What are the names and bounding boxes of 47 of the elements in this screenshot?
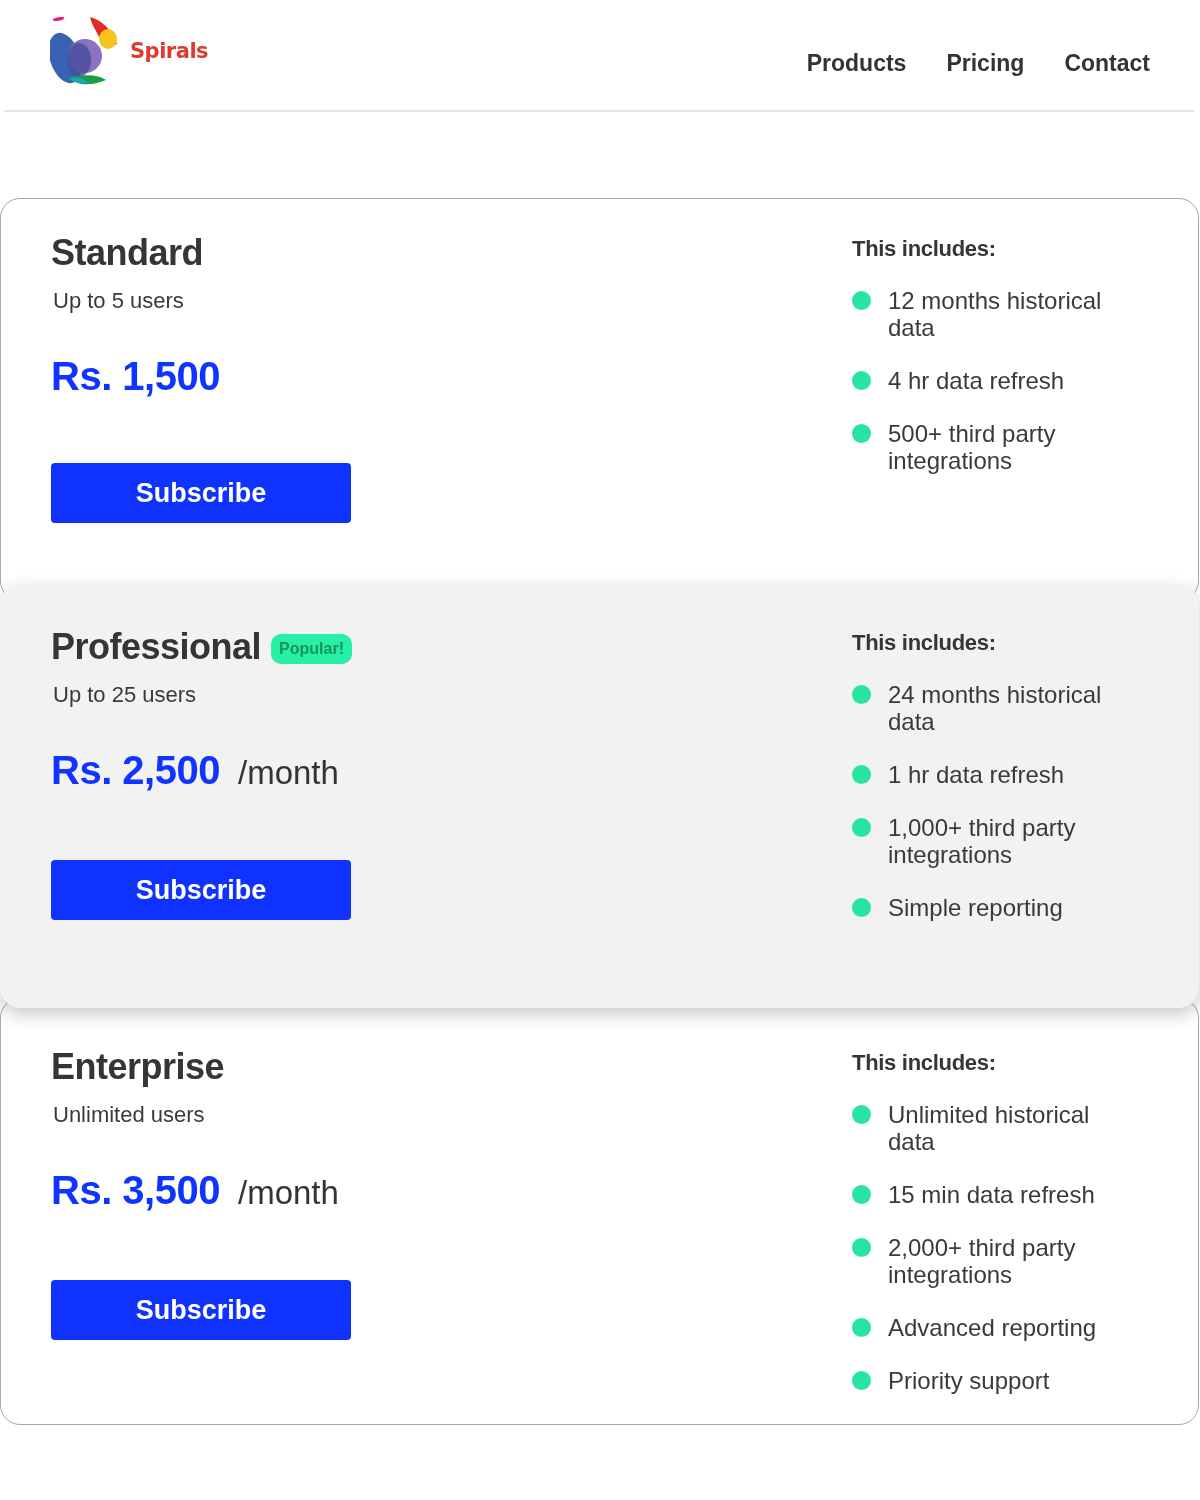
- feature-text: 15 min data refresh: [888, 1181, 1096, 1208]
- nav-link[interactable]: Contact: [1060, 47, 1154, 79]
- subscribe-button[interactable]: Subscribe: [51, 463, 351, 523]
- feature-text: 12 months historical data: [888, 287, 1103, 341]
- plan-title: Standard: [51, 233, 204, 273]
- bullet-dot-icon: [852, 371, 871, 390]
- bullet-dot-icon: [852, 424, 871, 443]
- plan-users: Up to 5 users: [53, 287, 184, 315]
- features-heading: This includes:: [852, 1050, 997, 1076]
- subscribe-button[interactable]: Subscribe: [51, 860, 351, 920]
- plan-price: Rs. 3,500: [51, 1167, 220, 1214]
- feature-text: Priority support: [888, 1367, 1051, 1394]
- feature-text: 500+ third party integrations: [888, 420, 1057, 474]
- feature-text: 2,000+ third party integrations: [888, 1234, 1077, 1288]
- bullet-dot-icon: [852, 291, 871, 310]
- nav-link[interactable]: Pricing: [942, 47, 1029, 79]
- feature-text: 1,000+ third party integrations: [888, 814, 1077, 868]
- plan-title: Enterprise: [51, 1047, 225, 1087]
- feature-text: Simple reporting: [888, 894, 1064, 921]
- subscribe-button[interactable]: Subscribe: [51, 1280, 351, 1340]
- plan-price: Rs. 2,500: [51, 747, 220, 794]
- logo-icon: [50, 16, 120, 86]
- bullet-dot-icon: [852, 1105, 871, 1124]
- features-heading: This includes:: [852, 630, 997, 656]
- feature-text: Unlimited historical data: [888, 1101, 1091, 1155]
- feature-text: 4 hr data refresh: [888, 367, 1066, 394]
- price-period: /month: [237, 1173, 339, 1213]
- popular-badge: Popular!: [271, 634, 352, 664]
- bullet-dot-icon: [852, 685, 871, 704]
- feature-text: 1 hr data refresh: [888, 761, 1066, 788]
- bullet-dot-icon: [852, 1318, 871, 1337]
- plan-title: Professional: [51, 627, 262, 667]
- plan-users: Unlimited users: [53, 1101, 205, 1129]
- bullet-dot-icon: [852, 1185, 871, 1204]
- feature-text: Advanced reporting: [888, 1314, 1098, 1341]
- price-period: /month: [237, 753, 339, 793]
- brand-name: Spirals: [130, 39, 209, 63]
- bullet-dot-icon: [852, 898, 871, 917]
- bullet-dot-icon: [852, 765, 871, 784]
- plan-users: Up to 25 users: [53, 681, 197, 709]
- nav-link[interactable]: Products: [802, 47, 911, 79]
- features-heading: This includes:: [852, 236, 997, 262]
- plan-price: Rs. 1,500: [51, 353, 220, 400]
- bullet-dot-icon: [852, 818, 871, 837]
- bullet-dot-icon: [852, 1238, 871, 1257]
- bullet-dot-icon: [852, 1371, 871, 1390]
- feature-text: 24 months historical data: [888, 681, 1103, 735]
